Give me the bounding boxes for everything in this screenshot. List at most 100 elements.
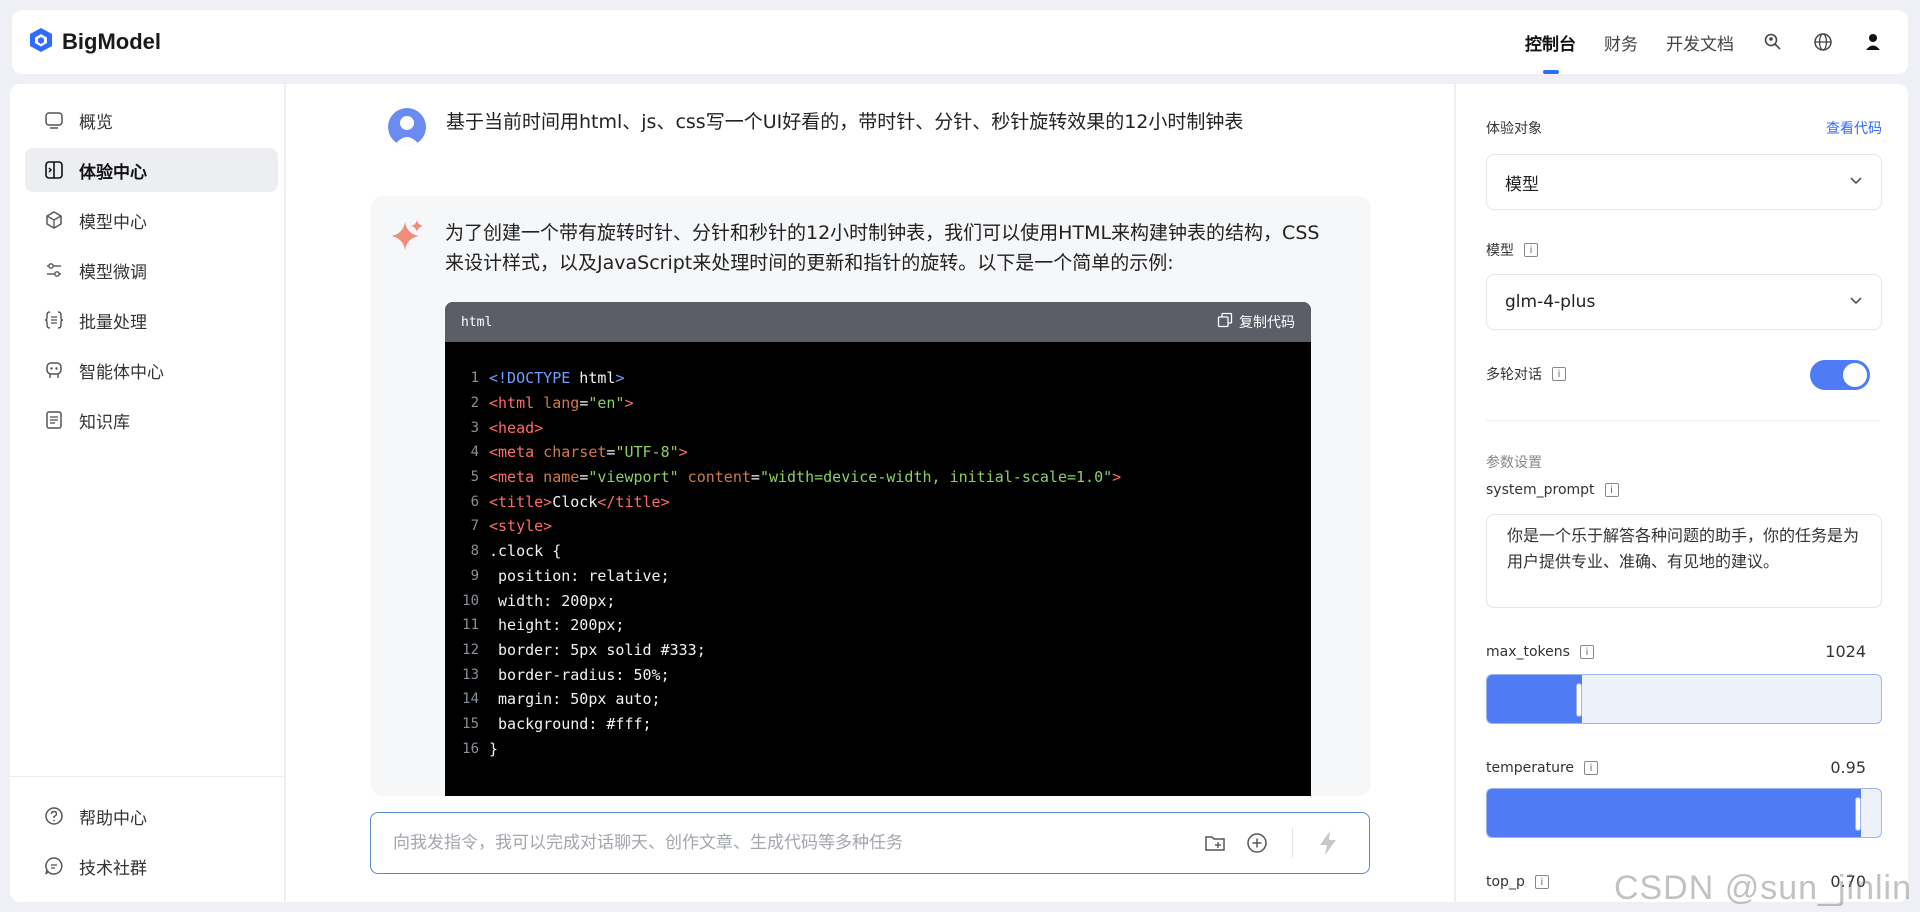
code-token: height: 200px; [489, 616, 625, 635]
code-line: 1 <!DOCTYPE html > [445, 366, 1311, 391]
code-token: charset [534, 443, 607, 462]
sidebar-item-overview[interactable]: 概览 [25, 98, 278, 142]
info-icon[interactable]: i [1524, 243, 1538, 257]
user-icon[interactable] [1862, 31, 1884, 53]
max-tokens-label: max_tokens [1486, 644, 1570, 660]
multi-turn-label-row: 多轮对话 i [1486, 364, 1566, 384]
top-p-label: top_p [1486, 874, 1525, 890]
code-token: background: #fff; [489, 714, 652, 733]
system-prompt-label: system_prompt [1486, 482, 1595, 498]
code-line: 3 <head> [445, 415, 1311, 440]
model-select-value: glm-4-plus [1505, 292, 1596, 312]
user-avatar [388, 108, 426, 146]
sidebar-item-batch[interactable]: 批量处理 [25, 298, 278, 342]
line-number: 5 [470, 469, 479, 486]
nav-finance[interactable]: 财务 [1604, 10, 1638, 74]
slider-handle[interactable] [1576, 683, 1582, 717]
sidebar-item-experience[interactable]: 体验中心 [25, 148, 278, 192]
sidebar-item-finetune[interactable]: 模型微调 [25, 248, 278, 292]
chat-icon [43, 855, 65, 877]
nav-docs[interactable]: 开发文档 [1666, 10, 1734, 74]
system-prompt-textarea[interactable]: 你是一个乐于解答各种问题的助手，你的任务是为用户提供专业、准确、有见地的建议。 [1486, 514, 1882, 608]
line-number: 12 [462, 641, 479, 658]
line-number: 3 [470, 419, 479, 436]
sparkle-icon [389, 218, 425, 258]
add-circle-icon[interactable] [1244, 830, 1270, 856]
max-tokens-slider[interactable] [1486, 674, 1882, 724]
ai-message: 为了创建一个带有旋转时针、分针和秒针的12小时制钟表，我们可以使用HTML来构建… [371, 196, 1371, 796]
code-token: border-radius: 50%; [489, 665, 670, 684]
code-token: <html [489, 394, 535, 413]
line-number: 9 [470, 567, 479, 584]
code-token: > [624, 394, 634, 413]
code-token: <head> [489, 418, 544, 437]
code-line: 6 <title> Clock </title> [445, 489, 1311, 514]
sidebar-item-label: 批量处理 [79, 312, 147, 333]
copy-code-button[interactable]: 复制代码 [1217, 312, 1295, 332]
code-token: <style> [489, 517, 553, 536]
chat-input[interactable] [393, 833, 1186, 853]
info-icon[interactable]: i [1584, 761, 1598, 775]
robot-icon [43, 359, 65, 381]
info-icon[interactable]: i [1534, 875, 1549, 889]
sidebar: 概览 体验中心 模型中心 模型微调 批量处理 智能体中心 知识库 帮助中心 技术… [10, 84, 285, 902]
slider-handle[interactable] [1855, 797, 1861, 831]
code-language: html [461, 314, 493, 330]
search-user-icon[interactable] [1762, 31, 1784, 53]
sidebar-item-label: 知识库 [79, 412, 130, 433]
model-select[interactable]: glm-4-plus [1486, 274, 1882, 330]
batch-icon [43, 309, 65, 331]
sidebar-item-models[interactable]: 模型中心 [25, 198, 278, 242]
line-number: 14 [462, 691, 479, 708]
code-token: "UTF-8" [615, 443, 679, 462]
line-number: 1 [470, 370, 479, 387]
sliders-icon [43, 259, 65, 281]
sidebar-item-community[interactable]: 技术社群 [25, 844, 278, 888]
code-token: <title> [489, 492, 553, 511]
info-icon[interactable]: i [1604, 483, 1619, 497]
top-header: BigModel 控制台 财务 开发文档 [12, 10, 1908, 74]
nav-console[interactable]: 控制台 [1525, 10, 1576, 74]
chevron-down-icon [1849, 292, 1863, 312]
code-token: = [606, 443, 616, 462]
watermark: CSDN @sun_jinlin [1613, 869, 1912, 907]
code-token: "viewport" [588, 468, 679, 487]
logo[interactable]: BigModel [28, 27, 161, 57]
temperature-slider[interactable] [1486, 788, 1882, 838]
line-number: 7 [470, 518, 479, 535]
code-line: 14 margin: 50px auto; [445, 687, 1311, 712]
max-tokens-label-row: max_tokens i [1486, 644, 1594, 660]
code-line: 7 <style> [445, 514, 1311, 539]
logo-text: BigModel [62, 29, 161, 54]
line-number: 2 [470, 395, 479, 412]
info-icon[interactable]: i [1579, 645, 1594, 659]
sidebar-item-agents[interactable]: 智能体中心 [25, 348, 278, 392]
code-token: .clock { [489, 542, 562, 561]
view-code-link[interactable]: 查看代码 [1826, 118, 1882, 138]
sidebar-item-knowledge[interactable]: 知识库 [25, 398, 278, 442]
chevron-down-icon [1849, 172, 1863, 192]
code-token: "width=device-width, initial-scale=1.0" [759, 468, 1113, 487]
settings-panel: 体验对象 查看代码 模型 模型 i glm-4-plus 多轮对话 i 参数设置… [1455, 84, 1908, 902]
cube-icon [43, 209, 65, 231]
code-line: 9 position: relative; [445, 564, 1311, 589]
info-icon[interactable]: i [1552, 367, 1566, 381]
temperature-value: 0.95 [1830, 758, 1866, 777]
code-line: 13 border-radius: 50%; [445, 662, 1311, 687]
sidebar-item-help[interactable]: 帮助中心 [25, 794, 278, 838]
send-lightning-icon[interactable] [1315, 830, 1341, 856]
code-token: html [570, 369, 616, 388]
target-select[interactable]: 模型 [1486, 154, 1882, 210]
code-token: "en" [588, 394, 625, 413]
system-prompt-label-row: system_prompt i [1486, 482, 1619, 498]
sidebar-item-label: 智能体中心 [79, 362, 164, 383]
code-token: content [678, 468, 751, 487]
sidebar-item-label: 概览 [79, 112, 113, 133]
multi-turn-toggle[interactable] [1810, 360, 1870, 390]
globe-icon[interactable] [1812, 31, 1834, 53]
folder-upload-icon[interactable] [1202, 830, 1228, 856]
user-message-text: 基于当前时间用html、js、css写一个UI好看的，带时针、分针、秒针旋转效果… [446, 111, 1244, 133]
code-token: = [750, 468, 760, 487]
sidebar-item-label: 模型微调 [79, 262, 147, 283]
experience-icon [43, 159, 65, 181]
